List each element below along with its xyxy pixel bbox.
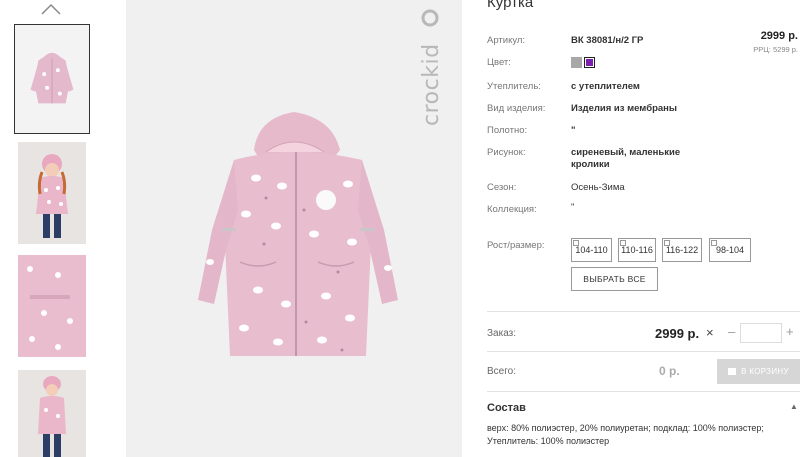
spec-label-size: Рост/размер: xyxy=(487,240,545,251)
color-swatch-purple[interactable] xyxy=(584,57,595,68)
spec-label-article: Артикул: xyxy=(487,35,526,46)
total-label: Всего: xyxy=(487,366,516,377)
size-option-110-116[interactable]: 110-116 xyxy=(618,238,656,262)
product-price: 2999 р. xyxy=(760,30,798,42)
jacket-illustration xyxy=(126,0,462,457)
select-all-sizes-button[interactable]: ВЫБРАТЬ ВСЕ xyxy=(571,267,658,291)
spec-label-season: Сезон: xyxy=(487,182,517,193)
spec-label-color: Цвет: xyxy=(487,57,511,68)
order-price: 2999 р. xyxy=(655,326,700,341)
divider xyxy=(487,311,800,312)
spec-label-insulation: Утеплитель: xyxy=(487,81,541,92)
cart-icon xyxy=(728,368,737,375)
quantity-decrease-button[interactable]: – xyxy=(728,324,735,339)
divider xyxy=(487,391,800,392)
thumbnail-pocket-detail[interactable] xyxy=(18,255,86,357)
brand-logo: crockid xyxy=(416,8,456,128)
spec-label-fabric: Полотно: xyxy=(487,125,528,136)
chevron-up-icon[interactable] xyxy=(40,2,62,16)
chevron-up-icon[interactable]: ▲ xyxy=(790,402,798,411)
thumbnail-girl-front[interactable] xyxy=(18,142,86,244)
thumbnail-list xyxy=(0,0,100,457)
total-value: 0 р. xyxy=(659,364,680,378)
thumbnail-jacket-front[interactable] xyxy=(14,24,90,134)
spec-value-pattern: сиреневый, маленькие кролики xyxy=(571,147,681,170)
main-product-image[interactable] xyxy=(126,0,462,457)
add-to-cart-button[interactable]: В КОРЗИНУ xyxy=(717,359,800,384)
spec-value-collection: " xyxy=(571,202,575,213)
brand-logo-text: crockid xyxy=(419,43,444,126)
spec-label-collection: Коллекция: xyxy=(487,204,537,215)
spec-label-product-type: Вид изделия: xyxy=(487,103,546,114)
spec-value-article: ВК 38081/н/2 ГР xyxy=(571,35,644,46)
size-option-104-110[interactable]: 104-110 xyxy=(571,238,612,262)
recommended-price: РРЦ: 5299 р. xyxy=(753,45,798,54)
quantity-input[interactable] xyxy=(740,323,782,343)
size-option-98-104[interactable]: 98-104 xyxy=(709,238,751,262)
composition-title[interactable]: Состав xyxy=(487,402,526,414)
clear-order-icon[interactable]: × xyxy=(706,325,714,340)
thumbnail-girl-side[interactable] xyxy=(18,370,86,457)
spec-value-product-type: Изделия из мембраны xyxy=(571,103,678,114)
quantity-increase-button[interactable]: + xyxy=(786,324,794,339)
spec-value-insulation: с утеплителем xyxy=(571,81,640,92)
spec-value-fabric: " xyxy=(571,125,576,136)
page-title: Куртка xyxy=(487,0,534,11)
size-option-116-122[interactable]: 116-122 xyxy=(662,238,702,262)
product-info: Куртка 2999 р. РРЦ: 5299 р. Артикул: ВК … xyxy=(487,0,800,457)
spec-label-pattern: Рисунок: xyxy=(487,147,526,158)
composition-text: верх: 80% полиэстер, 20% полиуретан; под… xyxy=(487,423,764,446)
order-label: Заказ: xyxy=(487,328,517,339)
divider xyxy=(487,351,800,352)
spec-value-season: Осень-Зима xyxy=(571,182,625,193)
color-swatch-grey[interactable] xyxy=(571,57,582,68)
